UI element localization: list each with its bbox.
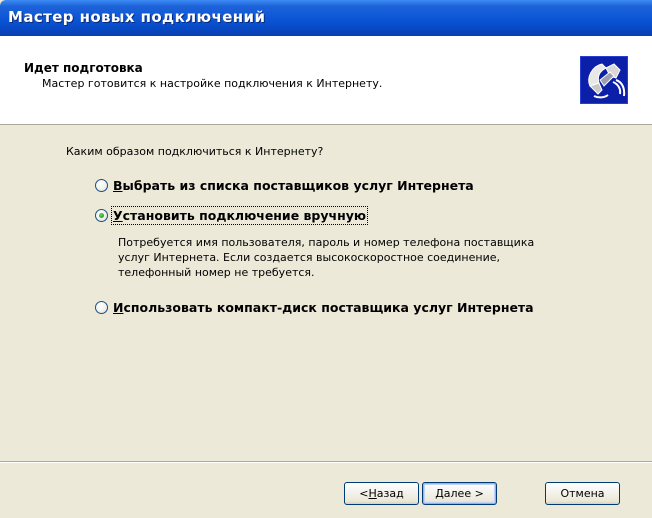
header-title: Идет подготовка bbox=[24, 61, 143, 75]
radio-use-cd[interactable] bbox=[95, 300, 108, 314]
option-choose-from-list[interactable]: Выбрать из списка поставщиков услуг Инте… bbox=[95, 176, 474, 194]
accelerator-key: Н bbox=[368, 487, 377, 500]
description-line: услуг Интернета. Если создается высокоск… bbox=[118, 251, 500, 264]
accelerator-key: И bbox=[113, 299, 124, 315]
next-button[interactable]: Далее > bbox=[422, 482, 497, 505]
option-description: Потребуется имя пользователя, пароль и н… bbox=[118, 235, 618, 280]
radio-choose-from-list[interactable] bbox=[95, 178, 108, 192]
button-prefix: < bbox=[359, 487, 369, 500]
question-label: Каким образом подключиться к Интернету? bbox=[66, 145, 324, 158]
wizard-footer: < Назад Далее > Отмена bbox=[0, 461, 652, 518]
button-text: азад bbox=[376, 487, 404, 500]
phone-connection-icon bbox=[580, 56, 628, 104]
wizard-window: Мастер новых подключений Идет подготовка… bbox=[0, 0, 652, 518]
cancel-button[interactable]: Отмена bbox=[545, 482, 620, 505]
wizard-content: Каким образом подключиться к Интернету? … bbox=[0, 125, 652, 460]
radio-manual-setup[interactable] bbox=[95, 208, 108, 222]
accelerator-key: В bbox=[113, 177, 123, 193]
option-use-cd[interactable]: Использовать компакт-диск поставщика усл… bbox=[95, 298, 534, 316]
button-text: алее > bbox=[443, 487, 484, 500]
option-text: спользовать компакт-диск поставщика услу… bbox=[123, 299, 534, 315]
option-choose-from-list-label: Выбрать из списка поставщиков услуг Инте… bbox=[113, 178, 474, 193]
header-subtitle: Мастер готовится к настройке подключения… bbox=[42, 77, 383, 90]
accelerator-key: Д bbox=[435, 487, 444, 500]
accelerator-key: У bbox=[113, 207, 123, 223]
option-text: становить подключение вручную bbox=[122, 207, 367, 223]
option-text: ыбрать из списка поставщиков услуг Интер… bbox=[122, 177, 474, 193]
description-line: телефонный номер не требуется. bbox=[118, 266, 315, 279]
description-line: Потребуется имя пользователя, пароль и н… bbox=[118, 236, 535, 249]
option-manual-setup[interactable]: Установить подключение вручную bbox=[95, 205, 369, 225]
window-title: Мастер новых подключений bbox=[8, 8, 266, 26]
wizard-header: Идет подготовка Мастер готовится к настр… bbox=[0, 36, 652, 125]
option-manual-setup-label: Установить подключение вручную bbox=[110, 205, 369, 225]
back-button[interactable]: < Назад bbox=[344, 482, 419, 505]
option-use-cd-label: Использовать компакт-диск поставщика усл… bbox=[113, 300, 534, 315]
title-bar[interactable]: Мастер новых подключений bbox=[0, 0, 652, 36]
